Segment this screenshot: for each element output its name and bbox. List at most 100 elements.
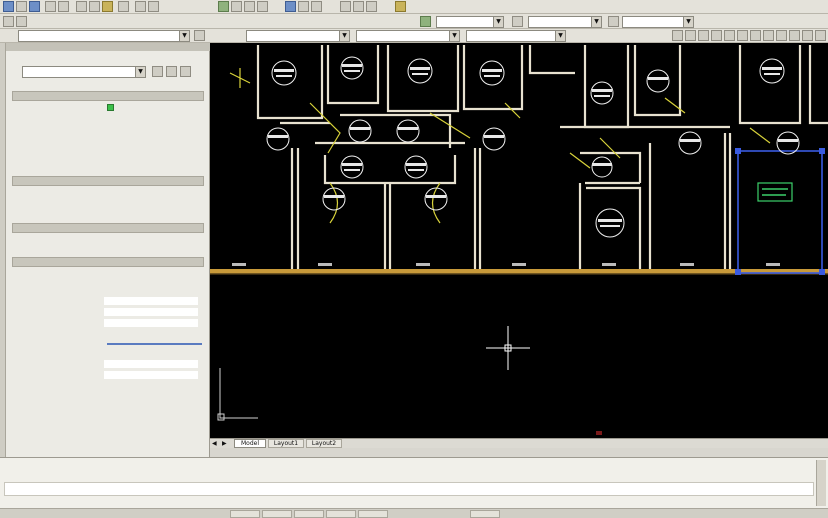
tab-layout2[interactable]: Layout2 (306, 439, 342, 448)
style-combo[interactable]: ▼ (436, 16, 504, 28)
property-row[interactable] (12, 124, 204, 134)
room-tag (266, 127, 290, 151)
properties-icon[interactable] (285, 1, 296, 12)
tool-palette-icon[interactable] (311, 1, 322, 12)
property-value-lines (104, 295, 198, 385)
tab-layout1[interactable]: Layout1 (268, 439, 304, 448)
leader-icon[interactable] (776, 30, 787, 41)
layer-combo[interactable]: ▼ (18, 30, 190, 42)
save-icon[interactable] (29, 1, 40, 12)
wall (256, 45, 324, 120)
room-tag (678, 131, 702, 155)
room-tag-text (762, 67, 782, 70)
dim-radius-icon[interactable] (711, 30, 722, 41)
color-combo[interactable]: ▼ (246, 30, 350, 42)
section-geometry[interactable] (12, 176, 204, 186)
scale-combo[interactable]: ▼ (528, 16, 602, 28)
room-tag (646, 69, 670, 93)
dim-style-icon[interactable] (16, 16, 27, 27)
property-value-combo[interactable] (107, 343, 202, 345)
text-style-icon[interactable] (3, 16, 14, 27)
new-icon[interactable] (3, 1, 14, 12)
status-bar (0, 508, 828, 518)
dim-aligned-icon[interactable] (685, 30, 696, 41)
calculator-icon[interactable] (366, 1, 377, 12)
linetype-combo[interactable]: ▼ (356, 30, 460, 42)
ucs-icon-origin (217, 413, 225, 421)
tab-model[interactable]: Model (234, 439, 266, 448)
cut-icon[interactable] (76, 1, 87, 12)
open-icon[interactable] (16, 1, 27, 12)
undo-icon[interactable] (135, 1, 146, 12)
layer-previous-icon[interactable] (194, 30, 205, 41)
copy-icon[interactable] (89, 1, 100, 12)
room-tag-text (426, 195, 446, 198)
match-icon[interactable] (118, 1, 129, 12)
room-tag (591, 156, 613, 178)
zoom-window-icon[interactable] (244, 1, 255, 12)
zoom-previous-icon[interactable] (257, 1, 268, 12)
dim-linear-icon[interactable] (672, 30, 683, 41)
preview-icon[interactable] (58, 1, 69, 12)
section-text[interactable] (12, 223, 204, 233)
table-style-icon[interactable] (608, 16, 619, 27)
drawing-canvas[interactable] (210, 43, 828, 438)
paste-icon[interactable] (102, 1, 113, 12)
dim-continue-icon[interactable] (763, 30, 774, 41)
dim-diameter-icon[interactable] (724, 30, 735, 41)
tab-nav-first-icon[interactable]: ◀ (212, 440, 219, 447)
property-row[interactable] (12, 188, 204, 198)
center-mark-icon[interactable] (802, 30, 813, 41)
status-ortho-toggle[interactable] (294, 510, 324, 518)
property-row[interactable] (12, 269, 204, 279)
property-row[interactable] (12, 146, 204, 156)
property-row[interactable] (12, 113, 204, 123)
room-tag (479, 60, 505, 86)
property-row[interactable] (12, 135, 204, 145)
layer-manager-icon[interactable] (420, 16, 431, 27)
tab-nav-last-icon[interactable]: ▶ (222, 440, 229, 447)
command-scrollbar[interactable] (816, 460, 826, 506)
pan-icon[interactable] (218, 1, 229, 12)
markup-icon[interactable] (353, 1, 364, 12)
help-icon[interactable] (395, 1, 406, 12)
lineweight-combo[interactable]: ▼ (466, 30, 566, 42)
room-tag (322, 187, 346, 211)
room-tag (424, 187, 448, 211)
dim-angular-icon[interactable] (698, 30, 709, 41)
selected-room-label (757, 182, 793, 202)
dim-icon[interactable] (512, 16, 523, 27)
status-snap-toggle[interactable] (230, 510, 260, 518)
status-model-toggle[interactable] (470, 510, 500, 518)
property-row[interactable] (12, 235, 204, 245)
section-general[interactable] (12, 91, 204, 101)
command-prompt[interactable] (4, 482, 814, 496)
table-combo[interactable]: ▼ (622, 16, 694, 28)
quick-select-icon[interactable] (180, 66, 191, 77)
dim-ordinate-icon[interactable] (737, 30, 748, 41)
toggle-pickadd-icon[interactable] (152, 66, 163, 77)
object-type-combo[interactable]: ▼ (22, 66, 146, 78)
command-history-line (4, 460, 704, 470)
status-grid-toggle[interactable] (262, 510, 292, 518)
selected-property-row[interactable] (12, 343, 204, 353)
status-polar-toggle[interactable] (326, 510, 356, 518)
print-icon[interactable] (45, 1, 56, 12)
sheet-set-icon[interactable] (340, 1, 351, 12)
select-objects-icon[interactable] (166, 66, 177, 77)
section-misc[interactable] (12, 257, 204, 267)
tolerance-icon[interactable] (789, 30, 800, 41)
room-tag-text (648, 77, 668, 80)
dim-edit-icon[interactable] (815, 30, 826, 41)
design-center-icon[interactable] (298, 1, 309, 12)
room-tag-text (764, 73, 780, 75)
dim-baseline-icon[interactable] (750, 30, 761, 41)
value-field (104, 319, 198, 327)
redo-icon[interactable] (148, 1, 159, 12)
grid-label (232, 263, 246, 266)
room-tag (482, 127, 506, 151)
zoom-realtime-icon[interactable] (231, 1, 242, 12)
status-osnap-toggle[interactable] (358, 510, 388, 518)
property-row[interactable] (12, 102, 204, 112)
room-tag-text (482, 69, 502, 72)
